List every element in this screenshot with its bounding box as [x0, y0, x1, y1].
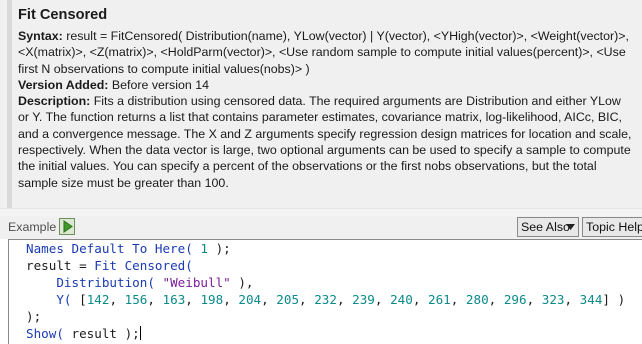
code-separator: , — [185, 292, 201, 307]
code-number: 232 — [314, 292, 337, 307]
code-number: 205 — [276, 292, 300, 307]
code-number: 1 — [200, 241, 208, 256]
code-separator: , — [147, 292, 163, 307]
code-text: ); — [208, 241, 231, 256]
description-label: Description: — [18, 94, 91, 109]
topic-help-button[interactable]: Topic Help — [582, 217, 642, 237]
code-number: 261 — [427, 292, 451, 307]
help-panel-accent-bar — [7, 0, 12, 208]
code-separator: , — [488, 292, 504, 307]
code-line: Y( [142, 156, 163, 198, 204, 205, 232, 2… — [26, 291, 625, 309]
code-number: 198 — [200, 292, 224, 307]
code-number: 323 — [541, 292, 565, 307]
code-separator: , — [526, 292, 542, 307]
syntax-text: result = FitCensored( Distribution(name)… — [18, 29, 629, 76]
code-keyword: Y( — [56, 292, 72, 307]
code-number: 163 — [162, 292, 186, 307]
run-script-button[interactable] — [59, 218, 75, 235]
text-cursor — [139, 326, 141, 340]
code-text: ); — [26, 309, 42, 324]
code-number: 142 — [86, 292, 110, 307]
code-number-list: 142, 156, 163, 198, 204, 205, 232, 239, … — [87, 292, 603, 307]
syntax-paragraph: Syntax: result = FitCensored( Distributi… — [18, 28, 633, 77]
example-toolbar: Example See Also Topic Help — [0, 216, 642, 239]
code-number: 204 — [238, 292, 262, 307]
code-keyword: Fit Censored( — [94, 258, 193, 273]
code-text: ] ) — [602, 292, 626, 307]
code-line: Names Default To Here( 1 ); — [26, 240, 231, 258]
code-number: 240 — [390, 292, 413, 307]
code-keyword: Show( — [26, 326, 64, 341]
code-separator: , — [223, 292, 239, 307]
version-paragraph: Version Added: Before version 14 — [18, 77, 633, 93]
function-title: Fit Censored — [18, 7, 108, 23]
description-paragraph: Description: Fits a distribution using c… — [18, 93, 633, 191]
code-separator: , — [374, 292, 391, 307]
code-line: Show( result ); — [26, 325, 141, 343]
code-number: 280 — [465, 292, 489, 307]
see-also-label: See Also — [521, 220, 570, 234]
chevron-down-icon — [566, 224, 575, 230]
code-keyword: Distribution( — [56, 275, 155, 290]
code-line: result = Fit Censored( — [26, 257, 193, 275]
description-text: Fits a distribution using censored data.… — [18, 94, 632, 190]
code-separator: , — [564, 292, 580, 307]
code-text: [ — [71, 292, 87, 307]
run-script-icon — [63, 220, 73, 233]
code-number: 239 — [352, 292, 375, 307]
code-string: "Weibull" — [162, 275, 231, 290]
code-keyword: Names Default To Here( — [26, 241, 193, 256]
code-separator: , — [261, 292, 277, 307]
code-text: result ); — [63, 326, 140, 341]
code-text: ), — [230, 275, 254, 290]
code-number: 344 — [579, 292, 603, 307]
code-separator: , — [109, 292, 125, 307]
code-editor[interactable]: Names Default To Here( 1 ); result = Fit… — [8, 239, 642, 344]
code-number: 156 — [124, 292, 148, 307]
help-panel: Fit Censored Syntax: result = FitCensore… — [0, 0, 642, 208]
version-label: Version Added: — [18, 77, 109, 92]
syntax-label: Syntax: — [18, 29, 63, 43]
code-separator: , — [336, 292, 353, 307]
code-line: ); — [26, 308, 41, 326]
code-line: Distribution( "Weibull" ), — [26, 274, 254, 292]
code-separator: , — [299, 292, 315, 307]
see-also-dropdown[interactable]: See Also — [517, 217, 579, 237]
code-separator: , — [450, 292, 466, 307]
example-label: Example — [8, 220, 57, 234]
code-separator: , — [412, 292, 428, 307]
version-text: Before version 14 — [108, 77, 209, 92]
code-text: result = — [26, 258, 95, 273]
code-number: 296 — [503, 292, 527, 307]
help-content: Fit Censored Syntax: result = FitCensore… — [18, 5, 633, 191]
